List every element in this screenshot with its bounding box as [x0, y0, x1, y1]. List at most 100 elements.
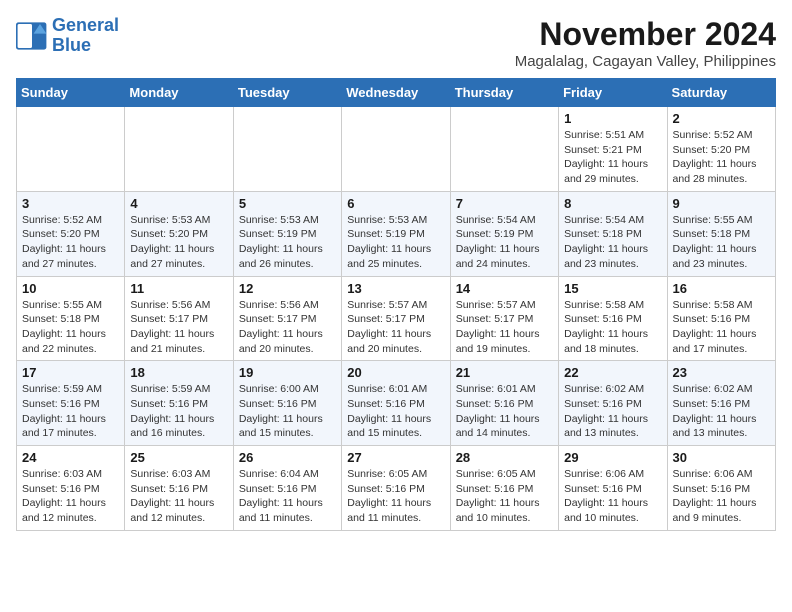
day-number: 18	[130, 365, 227, 380]
logo: General Blue	[16, 16, 119, 56]
day-number: 7	[456, 196, 553, 211]
day-number: 6	[347, 196, 444, 211]
day-info: Sunrise: 6:00 AM Sunset: 5:16 PM Dayligh…	[239, 382, 336, 441]
day-number: 16	[673, 281, 770, 296]
day-cell: 19 Sunrise: 6:00 AM Sunset: 5:16 PM Dayli…	[233, 361, 341, 446]
day-cell: 11 Sunrise: 5:56 AM Sunset: 5:17 PM Dayli…	[125, 276, 233, 361]
day-info: Sunrise: 6:02 AM Sunset: 5:16 PM Dayligh…	[673, 382, 770, 441]
logo-icon	[16, 22, 48, 50]
day-info: Sunrise: 5:52 AM Sunset: 5:20 PM Dayligh…	[673, 128, 770, 187]
day-info: Sunrise: 5:55 AM Sunset: 5:18 PM Dayligh…	[673, 213, 770, 272]
day-number: 3	[22, 196, 119, 211]
week-row-5: 24Sunrise: 6:03 AM Sunset: 5:16 PM Dayli…	[17, 446, 776, 531]
weekday-header-sunday: Sunday	[17, 79, 125, 107]
day-number: 14	[456, 281, 553, 296]
day-cell	[125, 107, 233, 192]
day-cell	[17, 107, 125, 192]
week-row-4: 17 Sunrise: 5:59 AM Sunset: 5:16 PM Dayli…	[17, 361, 776, 446]
day-number: 30	[673, 450, 770, 465]
day-info: Sunrise: 6:01 AM Sunset: 5:16 PM Dayligh…	[347, 382, 444, 441]
weekday-header-wednesday: Wednesday	[342, 79, 450, 107]
day-info: Sunrise: 5:59 AM Sunset: 5:16 PM Dayligh…	[130, 382, 227, 441]
week-row-3: 10 Sunrise: 5:55 AM Sunset: 5:18 PM Dayli…	[17, 276, 776, 361]
day-info: Sunrise: 5:59 AM Sunset: 5:16 PM Dayligh…	[22, 382, 119, 441]
day-cell: 25Sunrise: 6:03 AM Sunset: 5:16 PM Dayli…	[125, 446, 233, 531]
day-info: Sunrise: 6:01 AM Sunset: 5:16 PM Dayligh…	[456, 382, 553, 441]
day-number: 17	[22, 365, 119, 380]
day-cell: 9 Sunrise: 5:55 AM Sunset: 5:18 PM Daylig…	[667, 191, 775, 276]
day-cell: 21 Sunrise: 6:01 AM Sunset: 5:16 PM Dayli…	[450, 361, 558, 446]
day-info: Sunrise: 5:51 AM Sunset: 5:21 PM Dayligh…	[564, 128, 661, 187]
day-cell: 14 Sunrise: 5:57 AM Sunset: 5:17 PM Dayli…	[450, 276, 558, 361]
day-info: Sunrise: 5:52 AM Sunset: 5:20 PM Dayligh…	[22, 213, 119, 272]
day-cell	[233, 107, 341, 192]
day-cell: 18 Sunrise: 5:59 AM Sunset: 5:16 PM Dayli…	[125, 361, 233, 446]
title-area: November 2024 Magalalag, Cagayan Valley,…	[515, 16, 776, 70]
day-cell: 5 Sunrise: 5:53 AM Sunset: 5:19 PM Daylig…	[233, 191, 341, 276]
day-cell: 1Sunrise: 5:51 AM Sunset: 5:21 PM Daylig…	[559, 107, 667, 192]
day-cell: 8 Sunrise: 5:54 AM Sunset: 5:18 PM Daylig…	[559, 191, 667, 276]
day-cell: 12 Sunrise: 5:56 AM Sunset: 5:17 PM Dayli…	[233, 276, 341, 361]
day-info: Sunrise: 6:06 AM Sunset: 5:16 PM Dayligh…	[673, 467, 770, 526]
day-cell: 20 Sunrise: 6:01 AM Sunset: 5:16 PM Dayli…	[342, 361, 450, 446]
day-number: 28	[456, 450, 553, 465]
day-cell: 27Sunrise: 6:05 AM Sunset: 5:16 PM Dayli…	[342, 446, 450, 531]
day-number: 27	[347, 450, 444, 465]
day-number: 23	[673, 365, 770, 380]
weekday-header-monday: Monday	[125, 79, 233, 107]
day-number: 13	[347, 281, 444, 296]
day-cell: 28 Sunrise: 6:05 AM Sunset: 5:16 PM Dayli…	[450, 446, 558, 531]
day-info: Sunrise: 5:57 AM Sunset: 5:17 PM Dayligh…	[456, 298, 553, 357]
day-number: 10	[22, 281, 119, 296]
day-cell: 4Sunrise: 5:53 AM Sunset: 5:20 PM Daylig…	[125, 191, 233, 276]
day-number: 20	[347, 365, 444, 380]
day-cell: 24Sunrise: 6:03 AM Sunset: 5:16 PM Dayli…	[17, 446, 125, 531]
day-number: 12	[239, 281, 336, 296]
day-info: Sunrise: 6:02 AM Sunset: 5:16 PM Dayligh…	[564, 382, 661, 441]
day-cell: 26 Sunrise: 6:04 AM Sunset: 5:16 PM Dayli…	[233, 446, 341, 531]
day-number: 21	[456, 365, 553, 380]
day-cell: 7 Sunrise: 5:54 AM Sunset: 5:19 PM Daylig…	[450, 191, 558, 276]
day-number: 2	[673, 111, 770, 126]
location-title: Magalalag, Cagayan Valley, Philippines	[515, 53, 776, 70]
day-info: Sunrise: 5:55 AM Sunset: 5:18 PM Dayligh…	[22, 298, 119, 357]
day-number: 26	[239, 450, 336, 465]
day-number: 29	[564, 450, 661, 465]
day-number: 11	[130, 281, 227, 296]
day-number: 19	[239, 365, 336, 380]
day-cell	[342, 107, 450, 192]
weekday-header-saturday: Saturday	[667, 79, 775, 107]
day-cell: 13 Sunrise: 5:57 AM Sunset: 5:17 PM Dayli…	[342, 276, 450, 361]
weekday-header-row: SundayMondayTuesdayWednesdayThursdayFrid…	[17, 79, 776, 107]
day-cell: 29 Sunrise: 6:06 AM Sunset: 5:16 PM Dayli…	[559, 446, 667, 531]
day-number: 22	[564, 365, 661, 380]
weekday-header-thursday: Thursday	[450, 79, 558, 107]
day-number: 5	[239, 196, 336, 211]
day-info: Sunrise: 5:58 AM Sunset: 5:16 PM Dayligh…	[673, 298, 770, 357]
day-info: Sunrise: 5:56 AM Sunset: 5:17 PM Dayligh…	[130, 298, 227, 357]
day-cell: 15Sunrise: 5:58 AM Sunset: 5:16 PM Dayli…	[559, 276, 667, 361]
day-info: Sunrise: 5:57 AM Sunset: 5:17 PM Dayligh…	[347, 298, 444, 357]
day-info: Sunrise: 5:54 AM Sunset: 5:18 PM Dayligh…	[564, 213, 661, 272]
day-cell: 10 Sunrise: 5:55 AM Sunset: 5:18 PM Dayli…	[17, 276, 125, 361]
day-info: Sunrise: 6:04 AM Sunset: 5:16 PM Dayligh…	[239, 467, 336, 526]
day-number: 9	[673, 196, 770, 211]
day-cell: 2 Sunrise: 5:52 AM Sunset: 5:20 PM Daylig…	[667, 107, 775, 192]
day-info: Sunrise: 6:03 AM Sunset: 5:16 PM Dayligh…	[130, 467, 227, 526]
month-title: November 2024	[515, 16, 776, 53]
day-cell: 30 Sunrise: 6:06 AM Sunset: 5:16 PM Dayli…	[667, 446, 775, 531]
day-cell: 6Sunrise: 5:53 AM Sunset: 5:19 PM Daylig…	[342, 191, 450, 276]
week-row-1: 1Sunrise: 5:51 AM Sunset: 5:21 PM Daylig…	[17, 107, 776, 192]
day-info: Sunrise: 6:05 AM Sunset: 5:16 PM Dayligh…	[456, 467, 553, 526]
day-info: Sunrise: 5:56 AM Sunset: 5:17 PM Dayligh…	[239, 298, 336, 357]
logo-line2: Blue	[52, 36, 119, 56]
day-number: 8	[564, 196, 661, 211]
day-info: Sunrise: 6:06 AM Sunset: 5:16 PM Dayligh…	[564, 467, 661, 526]
day-cell: 17 Sunrise: 5:59 AM Sunset: 5:16 PM Dayli…	[17, 361, 125, 446]
header: General Blue November 2024 Magalalag, Ca…	[16, 16, 776, 70]
day-info: Sunrise: 5:54 AM Sunset: 5:19 PM Dayligh…	[456, 213, 553, 272]
day-cell: 22 Sunrise: 6:02 AM Sunset: 5:16 PM Dayli…	[559, 361, 667, 446]
weekday-header-friday: Friday	[559, 79, 667, 107]
day-info: Sunrise: 5:53 AM Sunset: 5:19 PM Dayligh…	[239, 213, 336, 272]
day-info: Sunrise: 5:53 AM Sunset: 5:20 PM Dayligh…	[130, 213, 227, 272]
